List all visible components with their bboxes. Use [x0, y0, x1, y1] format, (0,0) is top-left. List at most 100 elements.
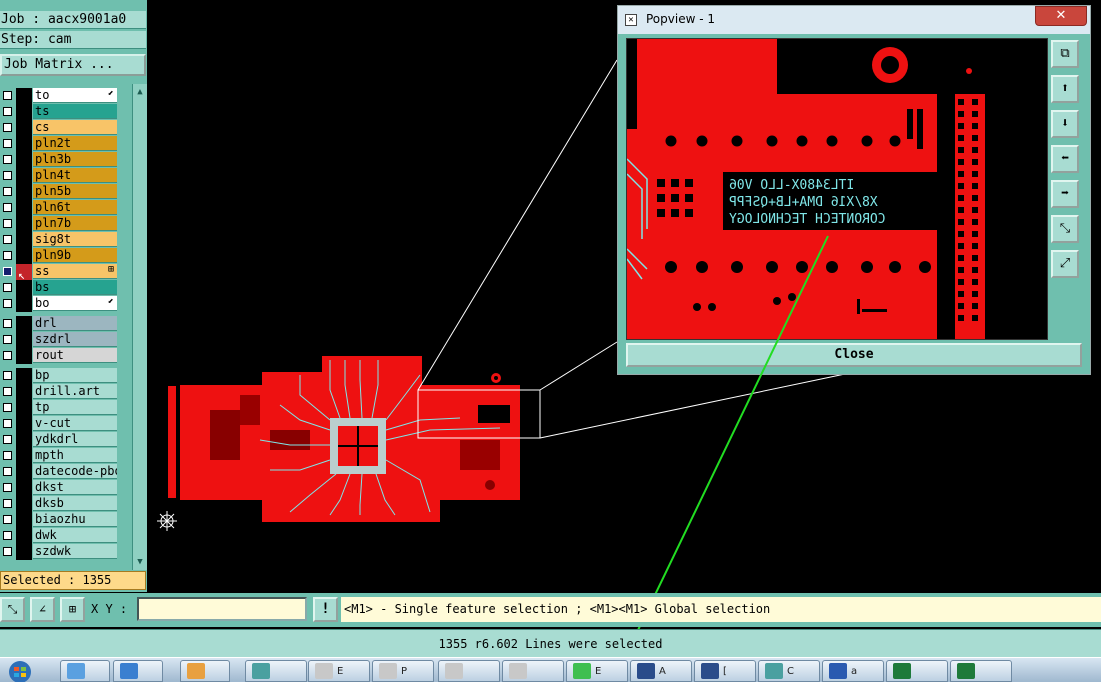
layer-row[interactable]: biaozhu [0, 512, 132, 528]
layer-row[interactable]: datecode-pbo [0, 464, 132, 480]
layer-label[interactable]: mpth [33, 448, 117, 463]
layer-row[interactable]: v-cut [0, 416, 132, 432]
layer-row[interactable]: pln4t [0, 168, 132, 184]
job-matrix-button[interactable]: Job Matrix ... [0, 54, 146, 76]
layer-row[interactable]: szdwk [0, 544, 132, 560]
layer-checkbox[interactable] [3, 203, 12, 212]
layer-checkbox[interactable] [3, 515, 12, 524]
layer-row[interactable]: rout [0, 348, 132, 364]
layer-checkbox[interactable] [3, 499, 12, 508]
layer-label[interactable]: dwk [33, 528, 117, 543]
layer-label[interactable]: dkst [33, 480, 117, 495]
taskbar-button[interactable] [60, 660, 110, 682]
popview-close-button[interactable]: Close [626, 343, 1082, 367]
layer-row[interactable]: sig8t [0, 232, 132, 248]
layer-checkbox[interactable] [3, 155, 12, 164]
layer-checkbox[interactable] [3, 187, 12, 196]
layer-label[interactable]: bs [33, 280, 117, 295]
start-button[interactable] [2, 658, 38, 682]
layer-label[interactable]: dksb [33, 496, 117, 511]
layer-checkbox[interactable] [3, 371, 12, 380]
layer-row[interactable]: dksb [0, 496, 132, 512]
layer-row[interactable]: pln2t [0, 136, 132, 152]
layer-row[interactable]: to ⬋ [0, 88, 132, 104]
taskbar-button[interactable] [113, 660, 163, 682]
layer-row[interactable]: pln5b [0, 184, 132, 200]
layer-checkbox[interactable] [3, 435, 12, 444]
layer-checkbox[interactable] [3, 467, 12, 476]
layer-row[interactable]: pln9b [0, 248, 132, 264]
grid-icon[interactable]: ⊞ [60, 597, 85, 622]
layer-checkbox[interactable] [3, 219, 12, 228]
xy-input[interactable] [137, 597, 307, 621]
layer-row[interactable]: tp [0, 400, 132, 416]
layer-label[interactable]: pln3b [33, 152, 117, 167]
layer-label[interactable]: cs [33, 120, 117, 135]
layer-label[interactable]: bo [33, 296, 117, 311]
layer-row[interactable]: bp [0, 368, 132, 384]
layer-checkbox[interactable] [3, 283, 12, 292]
layer-label[interactable]: drill.art [33, 384, 117, 399]
scroll-down-icon[interactable]: ▼ [134, 556, 146, 568]
layer-checkbox[interactable] [3, 299, 12, 308]
layer-row[interactable]: ↖ ss ⊞ [0, 264, 132, 282]
layer-checkbox[interactable] [3, 547, 12, 556]
layer-row[interactable]: bs [0, 280, 132, 296]
layer-label[interactable]: ts [33, 104, 117, 119]
layer-checkbox[interactable] [3, 531, 12, 540]
alert-icon[interactable]: ! [313, 597, 338, 622]
layer-label[interactable]: v-cut [33, 416, 117, 431]
pan-left-icon[interactable]: ⬅ [1051, 145, 1079, 173]
layer-checkbox[interactable] [3, 403, 12, 412]
layer-label[interactable]: pln7b [33, 216, 117, 231]
taskbar-button[interactable]: E [308, 660, 370, 682]
layer-label[interactable]: pln4t [33, 168, 117, 183]
layer-label[interactable]: szdrl [33, 332, 117, 347]
taskbar-button[interactable]: a [822, 660, 884, 682]
taskbar-button[interactable]: [ [694, 660, 756, 682]
layer-label[interactable]: ydkdrl [33, 432, 117, 447]
layer-row[interactable]: pln7b [0, 216, 132, 232]
taskbar-button[interactable]: C [758, 660, 820, 682]
scroll-up-icon[interactable]: ▲ [134, 86, 146, 98]
taskbar-button[interactable]: P [372, 660, 434, 682]
taskbar-button[interactable]: E [566, 660, 628, 682]
layer-label[interactable]: szdwk [33, 544, 117, 559]
layer-label[interactable]: biaozhu [33, 512, 117, 527]
layer-row[interactable]: dwk [0, 528, 132, 544]
layer-label[interactable]: to [33, 88, 117, 103]
popview-titlebar[interactable]: ✕ Popview - 1 ✕ [618, 6, 1090, 34]
layer-row[interactable]: pln3b [0, 152, 132, 168]
layer-row[interactable]: bo ⬋ [0, 296, 132, 312]
taskbar-button[interactable]: A [630, 660, 692, 682]
pan-up-icon[interactable]: ⬆ [1051, 75, 1079, 103]
layer-label[interactable]: pln2t [33, 136, 117, 151]
taskbar-button[interactable] [245, 660, 307, 682]
layer-label[interactable]: ss [33, 264, 117, 279]
layer-checkbox[interactable] [3, 123, 12, 132]
layer-label[interactable]: datecode-pbo [33, 464, 117, 479]
layer-row[interactable]: cs [0, 120, 132, 136]
layer-checkbox[interactable] [3, 91, 12, 100]
popview-canvas[interactable]: ITL3480X-LLO V06 X8/X16 DMA+LB+QSFPP COR… [626, 38, 1048, 340]
layer-row[interactable]: dkst [0, 480, 132, 496]
layer-checkbox[interactable] [3, 107, 12, 116]
layer-checkbox[interactable] [3, 387, 12, 396]
layer-scrollbar[interactable]: ▲ ▼ [132, 84, 147, 570]
layer-checkbox[interactable] [3, 419, 12, 428]
layer-row[interactable]: ydkdrl [0, 432, 132, 448]
taskbar-button[interactable] [502, 660, 564, 682]
zoom-in-icon[interactable]: ⤢ [1051, 250, 1079, 278]
pan-right-icon[interactable]: ➡ [1051, 180, 1079, 208]
layer-label[interactable]: pln9b [33, 248, 117, 263]
layer-row[interactable]: pln6t [0, 200, 132, 216]
layer-label[interactable]: drl [33, 316, 117, 331]
layer-checkbox[interactable] [3, 171, 12, 180]
layer-label[interactable]: rout [33, 348, 117, 363]
layer-label[interactable]: bp [33, 368, 117, 383]
layer-row[interactable]: mpth [0, 448, 132, 464]
layer-checkbox[interactable] [3, 267, 12, 276]
layer-checkbox[interactable] [3, 251, 12, 260]
layer-checkbox[interactable] [3, 319, 12, 328]
layer-checkbox[interactable] [3, 451, 12, 460]
